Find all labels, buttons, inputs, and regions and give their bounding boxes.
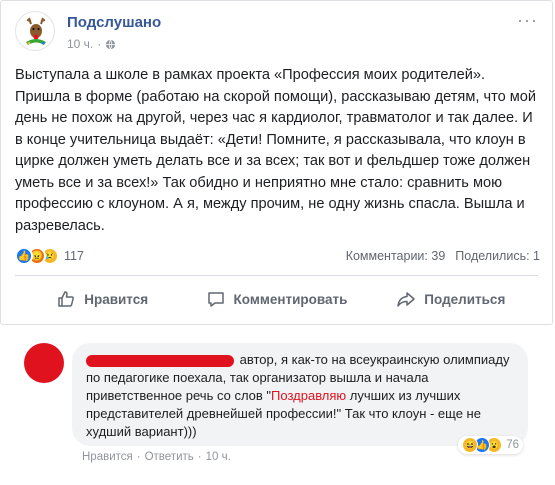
post-meta: 10 ч. · bbox=[67, 37, 116, 51]
comment-like-link[interactable]: Нравится bbox=[82, 451, 133, 463]
page-name-link[interactable]: Подслушано bbox=[67, 14, 161, 31]
post-time[interactable]: 10 ч. bbox=[67, 37, 93, 51]
like-button-label: Нравится bbox=[84, 291, 149, 307]
thumbs-up-icon bbox=[58, 291, 75, 307]
comment-reactions[interactable]: 😆 👍 😮 76 bbox=[458, 436, 523, 454]
shares-count-link[interactable]: Поделились: 1 bbox=[455, 249, 540, 263]
comment-button[interactable]: Комментировать bbox=[189, 289, 363, 309]
more-icon[interactable]: ··· bbox=[517, 11, 538, 29]
commenter-avatar[interactable] bbox=[24, 343, 64, 383]
like-icon: 👍 bbox=[15, 247, 33, 265]
comment-bubble: автор, я как-то на всеукраинскую олимпиа… bbox=[72, 343, 528, 446]
comment-highlight: Поздравляю bbox=[271, 388, 347, 403]
separator: · bbox=[197, 451, 202, 463]
comment-icon bbox=[207, 292, 224, 307]
comments-count-link[interactable]: Комментарии: 39 bbox=[346, 249, 446, 263]
share-button[interactable]: Поделиться bbox=[364, 289, 538, 309]
reaction-icons[interactable]: 👍 😠 😢 bbox=[15, 247, 59, 265]
comment-button-label: Комментировать bbox=[233, 291, 348, 307]
share-button-label: Поделиться bbox=[424, 291, 506, 307]
comment-reaction-count: 76 bbox=[506, 439, 519, 451]
like-button[interactable]: Нравится bbox=[15, 289, 189, 309]
globe-icon[interactable] bbox=[105, 39, 116, 50]
divider bbox=[15, 275, 538, 276]
separator: · bbox=[136, 451, 141, 463]
comment-time[interactable]: 10 ч. bbox=[206, 451, 231, 463]
comment-reply-link[interactable]: Ответить bbox=[145, 451, 194, 463]
page-avatar[interactable] bbox=[15, 11, 55, 51]
redacted-commenter-name[interactable] bbox=[86, 354, 234, 367]
reindeer-logo-icon bbox=[26, 17, 46, 45]
post-text: Выступала а школе в рамках проекта «Проф… bbox=[15, 67, 537, 234]
share-icon bbox=[397, 292, 416, 307]
reactions-row: 👍 😠 😢 117 Комментарии: 39 Поделились: 1 bbox=[15, 245, 540, 267]
post-actions-bar: Нравится Комментировать Поделиться bbox=[15, 281, 538, 317]
meta-separator: · bbox=[97, 37, 102, 51]
post-stats: Комментарии: 39 Поделились: 1 bbox=[346, 249, 540, 263]
post-card: Подслушано 10 ч. · ··· Выступала а школе… bbox=[0, 0, 553, 325]
comment-actions: Нравится · Ответить · 10 ч. bbox=[82, 451, 231, 463]
reaction-count[interactable]: 117 bbox=[64, 249, 84, 263]
